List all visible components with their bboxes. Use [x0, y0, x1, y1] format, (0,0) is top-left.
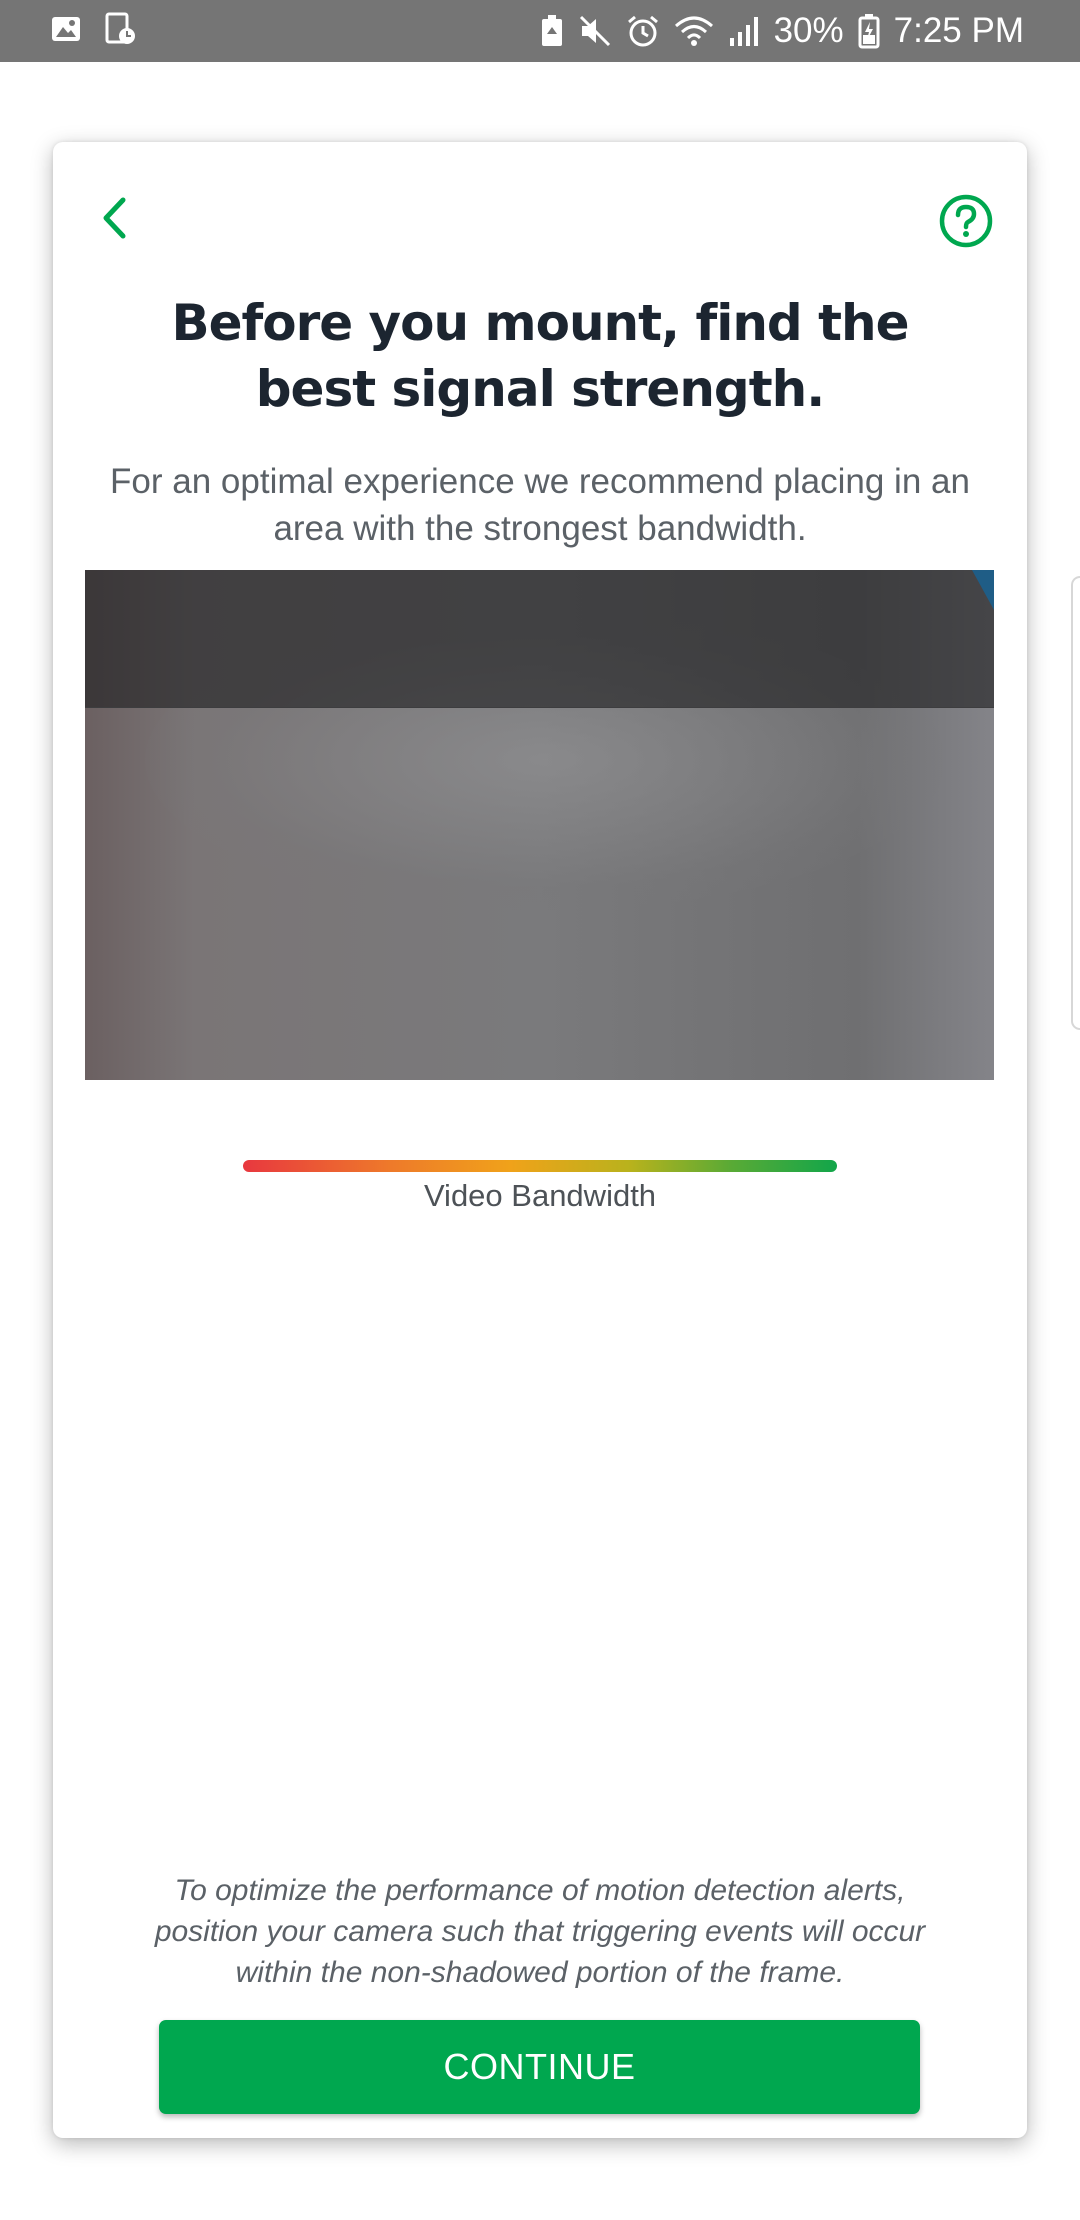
camera-preview — [85, 570, 994, 1080]
status-indicators: 30% 7:25 PM — [540, 0, 1024, 62]
image-icon — [50, 12, 82, 46]
signal-icon — [728, 14, 760, 48]
page-subtitle: For an optimal experience we recommend p… — [110, 462, 970, 548]
battery-saver-icon — [540, 14, 564, 48]
help-button[interactable] — [939, 194, 993, 248]
alarm-icon — [626, 14, 660, 48]
status-notifications — [50, 12, 136, 46]
page-title: Before you mount, find the best signal s… — [171, 294, 909, 418]
shadowed-region — [85, 570, 994, 708]
screenshot-icon — [104, 12, 136, 46]
battery-percent: 30% — [773, 11, 844, 50]
edge-panel-handle[interactable] — [1071, 576, 1080, 1030]
motion-detection-hint: To optimize the performance of motion de… — [154, 1874, 926, 1989]
wifi-icon — [674, 14, 714, 48]
bandwidth-meter — [243, 1160, 837, 1172]
chevron-left-icon — [103, 197, 126, 239]
battery-icon — [858, 13, 880, 49]
bandwidth-label: Video Bandwidth — [423, 1178, 657, 1213]
setup-card: Before you mount, find the best signal s… — [53, 142, 1027, 2138]
clock: 7:25 PM — [893, 11, 1024, 50]
mute-icon — [578, 14, 612, 48]
back-button[interactable] — [89, 190, 139, 246]
help-circle-icon — [939, 194, 993, 248]
continue-button[interactable]: CONTINUE — [159, 2020, 920, 2114]
status-bar: 30% 7:25 PM — [0, 0, 1080, 62]
